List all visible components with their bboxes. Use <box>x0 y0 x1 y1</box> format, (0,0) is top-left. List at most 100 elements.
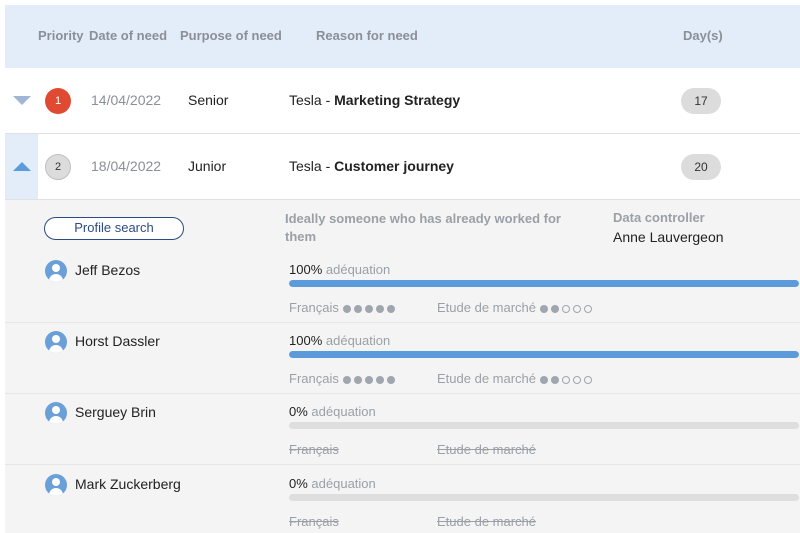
skill-tag: Français <box>289 442 339 457</box>
match-percent: 0% <box>289 404 308 419</box>
match-label: adéquation <box>311 404 376 419</box>
data-controller-label: Data controller <box>613 210 705 225</box>
skill-label: Etude de marché <box>437 300 537 315</box>
col-purpose[interactable]: Purpose of need <box>180 28 282 43</box>
match-progress-bar <box>289 280 799 287</box>
user-avatar-icon <box>45 331 67 353</box>
skill-dot <box>386 305 395 313</box>
reason-separator: - <box>321 158 335 174</box>
skill-dot <box>562 305 571 313</box>
skill-dot <box>375 305 384 313</box>
table-row[interactable]: 1 14/04/2022 Senior Tesla - Marketing St… <box>5 68 800 133</box>
skill-dot <box>342 376 351 384</box>
skill-dot <box>386 376 395 384</box>
skill-tag: Français <box>289 371 398 387</box>
col-date[interactable]: Date of need <box>89 28 167 43</box>
user-avatar-icon <box>45 474 67 496</box>
skill-dot <box>353 305 362 313</box>
skill-dot <box>353 376 362 384</box>
match-progress-fill <box>289 280 799 287</box>
days-badge: 17 <box>681 88 721 114</box>
skill-label: Etude de marché <box>437 371 537 386</box>
match-progress-bar <box>289 494 799 501</box>
skill-dot <box>540 305 549 313</box>
match-percent: 100% <box>289 262 323 277</box>
candidate-row[interactable]: Serguey Brin 0% adéquation Français Etude d… <box>5 394 800 465</box>
table-row[interactable]: 2 18/04/2022 Junior Tesla - Customer jou… <box>5 134 800 199</box>
skill-level-dots <box>342 372 398 387</box>
need-date: 18/04/2022 <box>91 158 162 174</box>
reason-topic: Customer journey <box>334 158 454 174</box>
col-days[interactable]: Day(s) <box>683 28 723 43</box>
skill-tag: Etude de marché <box>437 371 595 387</box>
skill-dot <box>375 376 384 384</box>
table-header: Priority Date of need Purpose of need Re… <box>5 5 800 68</box>
reason-separator: - <box>321 92 335 108</box>
col-priority[interactable]: Priority <box>38 28 84 43</box>
skill-label: Français <box>289 300 339 315</box>
skill-tag: Français <box>289 514 339 529</box>
candidate-name[interactable]: Serguey Brin <box>75 404 156 420</box>
need-reason: Tesla - Marketing Strategy <box>289 92 460 108</box>
skill-dot <box>551 376 560 384</box>
skill-label: Etude de marché <box>437 514 537 529</box>
match-score: 100% adéquation <box>289 262 390 277</box>
skill-tag: Etude de marché <box>437 300 595 316</box>
candidate-name[interactable]: Jeff Bezos <box>75 262 140 278</box>
match-score: 100% adéquation <box>289 333 390 348</box>
skill-tag: Etude de marché <box>437 442 536 457</box>
skill-level-dots <box>540 372 595 387</box>
request-details-panel: Profile search Ideally someone who has a… <box>5 199 800 533</box>
match-progress-bar <box>289 351 799 358</box>
skill-tag: Etude de marché <box>437 514 536 529</box>
skill-dot <box>573 376 582 384</box>
data-controller-name: Anne Lauvergeon <box>613 229 724 245</box>
collapse-toggle[interactable] <box>5 134 38 199</box>
skill-dot <box>584 305 593 313</box>
match-progress-fill <box>289 351 799 358</box>
skill-dot <box>342 305 351 313</box>
skill-label: Français <box>289 514 339 529</box>
match-percent: 100% <box>289 333 323 348</box>
match-label: adéquation <box>325 333 391 348</box>
need-purpose: Senior <box>188 92 229 108</box>
skill-tag: Français <box>289 300 398 316</box>
skill-dot <box>551 305 560 313</box>
candidate-name[interactable]: Horst Dassler <box>75 333 160 349</box>
col-reason[interactable]: Reason for need <box>316 28 418 43</box>
skill-dot <box>573 305 582 313</box>
expand-toggle[interactable] <box>5 68 38 133</box>
needs-table: Priority Date of need Purpose of need Re… <box>0 0 800 533</box>
need-purpose: Junior <box>188 158 227 174</box>
skill-dot <box>584 376 593 384</box>
skill-label: Français <box>289 371 339 386</box>
match-score: 0% adéquation <box>289 404 376 419</box>
user-avatar-icon <box>45 402 67 424</box>
reason-company: Tesla <box>289 158 322 174</box>
match-label: adéquation <box>311 476 376 491</box>
candidate-row[interactable]: Jeff Bezos 100% adéquation Français Etude d… <box>5 252 800 323</box>
skill-dot <box>364 305 373 313</box>
match-percent: 0% <box>289 476 308 491</box>
candidate-row[interactable]: Horst Dassler 100% adéquation Français Etud… <box>5 323 800 394</box>
candidate-name[interactable]: Mark Zuckerberg <box>75 476 181 492</box>
caret-up-icon <box>13 162 31 171</box>
candidate-row[interactable]: Mark Zuckerberg 0% adéquation Français Etud… <box>5 466 800 533</box>
skill-dot <box>540 376 549 384</box>
match-progress-bar <box>289 422 799 429</box>
ideal-profile-note: Ideally someone who has already worked f… <box>285 211 561 244</box>
need-date: 14/04/2022 <box>91 92 162 108</box>
skill-dot <box>562 376 571 384</box>
match-label: adéquation <box>325 262 391 277</box>
skill-level-dots <box>540 301 595 316</box>
user-avatar-icon <box>45 260 67 282</box>
skill-dot <box>364 376 373 384</box>
match-score: 0% adéquation <box>289 476 376 491</box>
skill-label: Etude de marché <box>437 442 537 457</box>
profile-search-button[interactable]: Profile search <box>44 217 184 240</box>
priority-badge: 1 <box>45 88 71 114</box>
reason-topic: Marketing Strategy <box>334 92 461 108</box>
priority-badge: 2 <box>45 154 71 180</box>
skill-level-dots <box>342 301 398 316</box>
skill-label: Français <box>289 442 339 457</box>
